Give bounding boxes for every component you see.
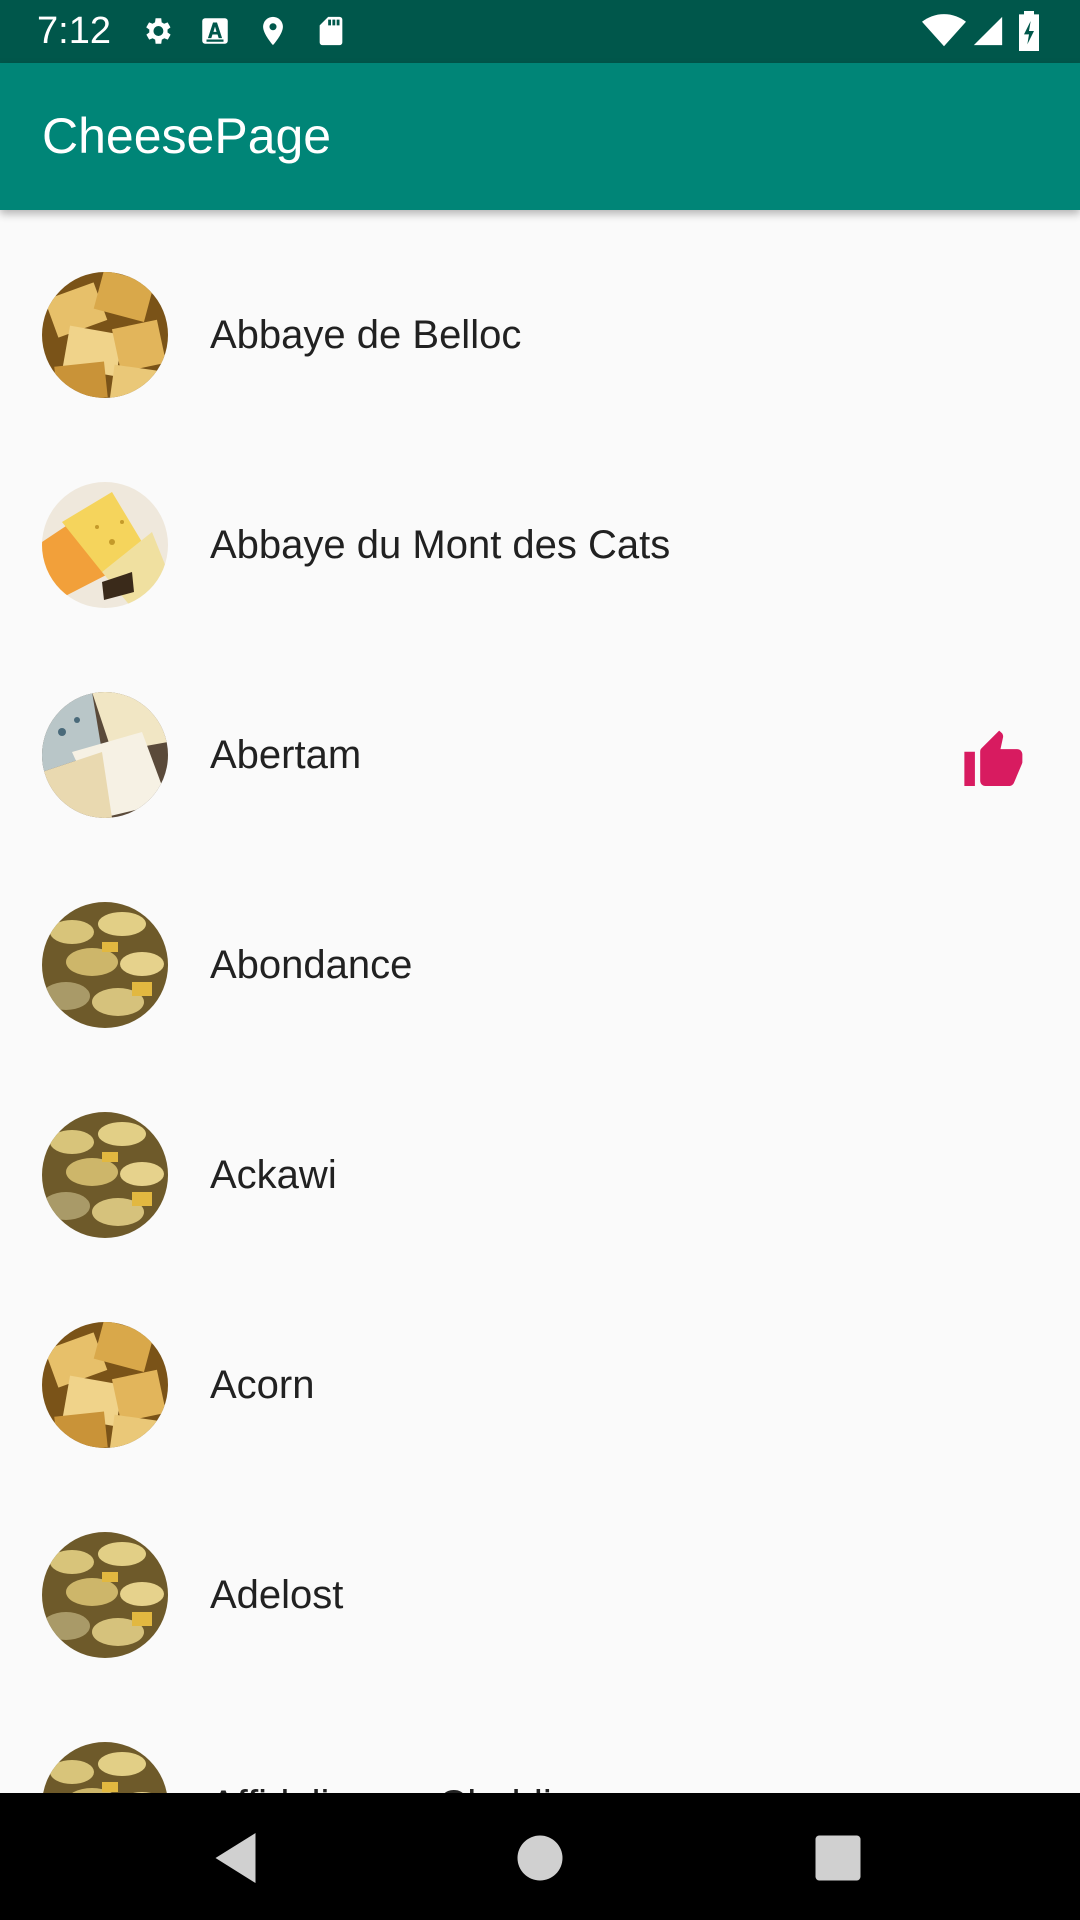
- cheese-name: Abbaye de Belloc: [210, 313, 522, 357]
- gear-icon: [146, 18, 171, 44]
- cheese-name: Ackawi: [210, 1153, 337, 1197]
- navigation-bar: [0, 1793, 1080, 1920]
- back-triangle-icon[interactable]: [208, 1828, 268, 1888]
- wifi-icon: [922, 14, 966, 47]
- cheese-wedges-photo: [42, 482, 168, 608]
- status-bar: 7:12: [0, 0, 1080, 63]
- cheese-name: Adelost: [210, 1573, 344, 1617]
- list-item[interactable]: Adelost: [0, 1470, 1080, 1680]
- recents-square-icon[interactable]: [808, 1828, 868, 1888]
- cheese-wheels-photo: [42, 1742, 168, 1793]
- text-a-icon: [202, 18, 228, 44]
- cheese-wheels-photo: [42, 902, 168, 1028]
- cheese-assortment-photo: [42, 692, 168, 818]
- sd-card-icon: [319, 16, 343, 46]
- cheese-list[interactable]: Abbaye de Belloc Abbaye du Mont des Cats: [0, 210, 1080, 1793]
- cheese-name: Abondance: [210, 943, 413, 987]
- app-title: CheesePage: [42, 108, 332, 164]
- list-item[interactable]: Abertam: [0, 630, 1080, 840]
- list-item[interactable]: Abondance: [0, 840, 1080, 1050]
- list-item[interactable]: Abbaye du Mont des Cats: [0, 420, 1080, 630]
- cheese-wheels-photo: [42, 1112, 168, 1238]
- cheese-wheels-photo: [42, 1532, 168, 1658]
- cheese-cubes-photo: [42, 1322, 168, 1448]
- cheese-name: Affidelice au Chablis: [210, 1780, 572, 1793]
- screen: 7:12 CheesePage Abbaye de Belloc Abbaye …: [0, 0, 1080, 1920]
- home-circle-icon[interactable]: [510, 1828, 570, 1888]
- location-pin-icon: [263, 16, 283, 46]
- list-item[interactable]: Ackawi: [0, 1050, 1080, 1260]
- signal-icon: [973, 16, 1003, 46]
- status-time: 7:12: [37, 10, 111, 52]
- list-item[interactable]: Affidelice au Chablis: [0, 1680, 1080, 1793]
- cheese-cubes-photo: [42, 272, 168, 398]
- battery-charging-icon: [1019, 11, 1039, 51]
- list-item[interactable]: Acorn: [0, 1260, 1080, 1470]
- list-item[interactable]: Abbaye de Belloc: [0, 210, 1080, 420]
- thumbs-up-icon[interactable]: [964, 728, 1028, 786]
- cheese-name: Abbaye du Mont des Cats: [210, 523, 671, 567]
- app-bar: CheesePage: [0, 63, 1080, 210]
- cheese-name: Acorn: [210, 1363, 315, 1407]
- cheese-name: Abertam: [210, 733, 362, 777]
